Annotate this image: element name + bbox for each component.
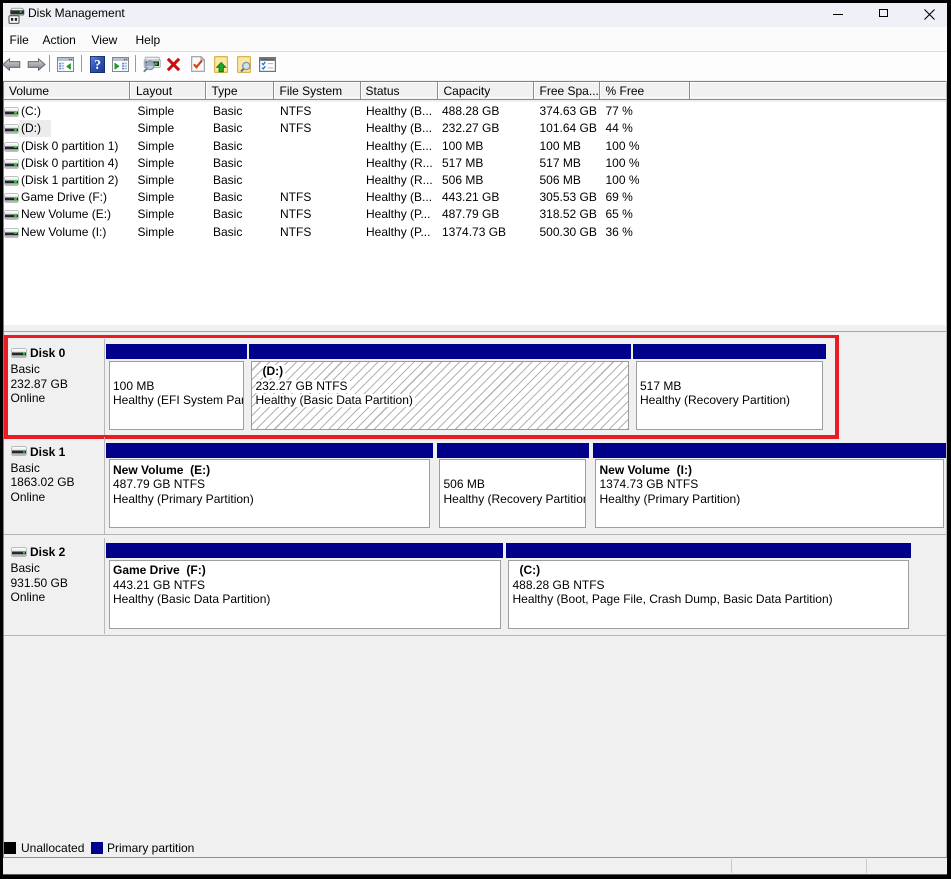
svg-text:?: ? <box>94 57 101 72</box>
